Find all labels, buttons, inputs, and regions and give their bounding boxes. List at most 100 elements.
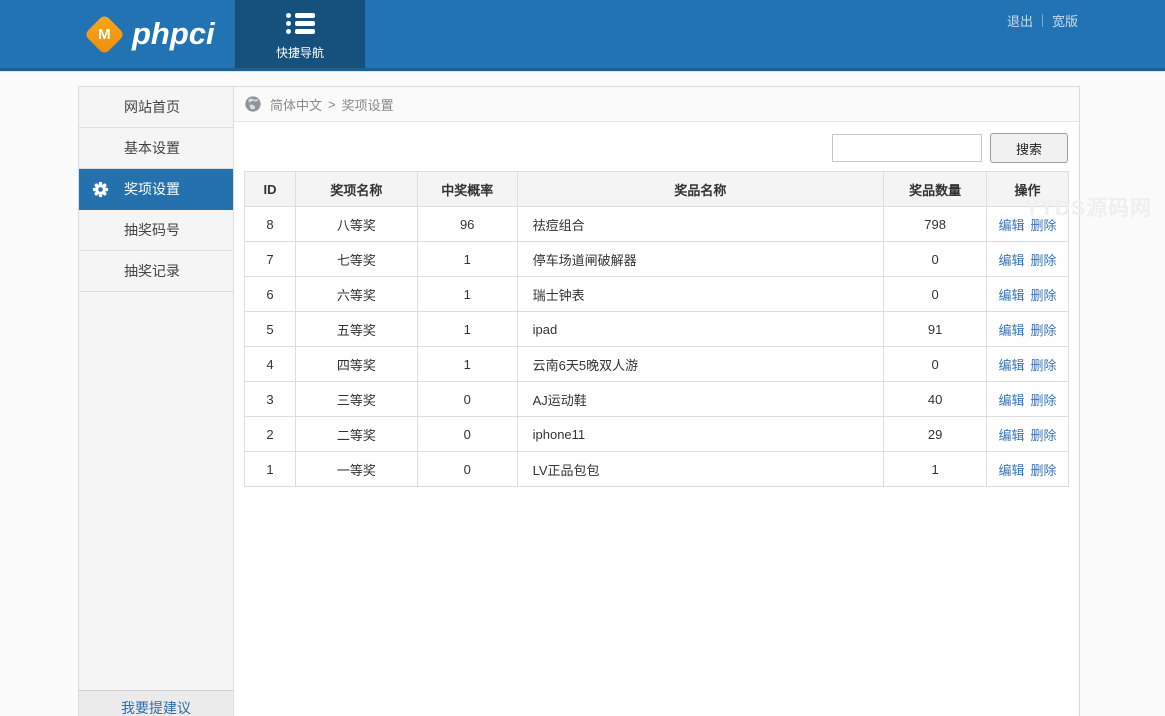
globe-icon	[244, 95, 262, 113]
table-row: 2 二等奖 0 iphone11 29 编辑删除	[245, 417, 1069, 452]
search-input[interactable]	[832, 134, 982, 162]
cell-prize-level: 二等奖	[295, 417, 417, 452]
edit-link[interactable]: 编辑	[999, 253, 1025, 268]
delete-link[interactable]: 删除	[1031, 323, 1057, 338]
sidebar-item-label: 基本设置	[124, 140, 180, 156]
search-row: 搜索	[234, 133, 1079, 163]
table-row: 7 七等奖 1 停车场道闸破解器 0 编辑删除	[245, 242, 1069, 277]
cell-actions: 编辑删除	[987, 417, 1069, 452]
cell-prize-level: 四等奖	[295, 347, 417, 382]
sidebar-item-label: 抽奖记录	[124, 263, 180, 279]
col-actions: 操作	[987, 172, 1069, 207]
logo-badge: M	[98, 26, 111, 43]
cell-prize-level: 八等奖	[295, 207, 417, 242]
table-row: 1 一等奖 0 LV正品包包 1 编辑删除	[245, 452, 1069, 487]
cell-prize-level: 六等奖	[295, 277, 417, 312]
table-row: 3 三等奖 0 AJ运动鞋 40 编辑删除	[245, 382, 1069, 417]
cell-prize-name: ipad	[517, 312, 884, 347]
breadcrumb-current: 奖项设置	[342, 95, 394, 114]
cell-id: 6	[245, 277, 296, 312]
breadcrumb-language[interactable]: 简体中文	[270, 95, 322, 114]
wide-version-link[interactable]: 宽版	[1052, 11, 1078, 30]
edit-link[interactable]: 编辑	[999, 463, 1025, 478]
sidebar-item-prize-settings[interactable]: 奖项设置	[79, 169, 233, 210]
cell-id: 7	[245, 242, 296, 277]
sidebar-item-label: 奖项设置	[124, 181, 180, 197]
edit-link[interactable]: 编辑	[999, 428, 1025, 443]
edit-link[interactable]: 编辑	[999, 288, 1025, 303]
sidebar-item-lottery-records[interactable]: 抽奖记录	[79, 251, 233, 292]
cell-quantity: 29	[884, 417, 987, 452]
logo-text: phpci	[132, 16, 215, 52]
cell-quantity: 798	[884, 207, 987, 242]
col-id: ID	[245, 172, 296, 207]
cell-actions: 编辑删除	[987, 347, 1069, 382]
cell-probability: 1	[417, 242, 517, 277]
main-panel: 简体中文 > 奖项设置 搜索 ID 奖项名称 中奖概率 奖品名称 奖品数量 操作	[234, 87, 1080, 716]
delete-link[interactable]: 删除	[1031, 358, 1057, 373]
cell-id: 8	[245, 207, 296, 242]
delete-link[interactable]: 删除	[1031, 288, 1057, 303]
header-links-divider	[1042, 14, 1043, 27]
logo[interactable]: M phpci	[90, 0, 215, 68]
cell-prize-name: 停车场道闸破解器	[517, 242, 884, 277]
delete-link[interactable]: 删除	[1031, 393, 1057, 408]
breadcrumb-separator: >	[328, 97, 336, 112]
list-menu-icon	[286, 10, 315, 37]
cell-quantity: 1	[884, 452, 987, 487]
cell-quantity: 40	[884, 382, 987, 417]
logo-diamond-icon: M	[84, 13, 125, 54]
cell-probability: 96	[417, 207, 517, 242]
cell-id: 1	[245, 452, 296, 487]
table-row: 4 四等奖 1 云南6天5晚双人游 0 编辑删除	[245, 347, 1069, 382]
delete-link[interactable]: 删除	[1031, 463, 1057, 478]
cell-prize-name: 云南6天5晚双人游	[517, 347, 884, 382]
edit-link[interactable]: 编辑	[999, 358, 1025, 373]
cell-prize-name: LV正品包包	[517, 452, 884, 487]
col-probability: 中奖概率	[417, 172, 517, 207]
cell-probability: 1	[417, 347, 517, 382]
delete-link[interactable]: 删除	[1031, 428, 1057, 443]
table-row: 8 八等奖 96 祛痘组合 798 编辑删除	[245, 207, 1069, 242]
cell-prize-level: 一等奖	[295, 452, 417, 487]
breadcrumb: 简体中文 > 奖项设置	[234, 87, 1079, 122]
search-button[interactable]: 搜索	[990, 133, 1068, 163]
col-quantity: 奖品数量	[884, 172, 987, 207]
quick-nav-button[interactable]: 快捷导航	[235, 0, 365, 68]
col-prize-level: 奖项名称	[295, 172, 417, 207]
cell-quantity: 0	[884, 347, 987, 382]
sidebar-item-home[interactable]: 网站首页	[79, 87, 233, 128]
table-row: 5 五等奖 1 ipad 91 编辑删除	[245, 312, 1069, 347]
cell-prize-name: 祛痘组合	[517, 207, 884, 242]
cell-actions: 编辑删除	[987, 242, 1069, 277]
table-row: 6 六等奖 1 瑞士钟表 0 编辑删除	[245, 277, 1069, 312]
edit-link[interactable]: 编辑	[999, 323, 1025, 338]
delete-link[interactable]: 删除	[1031, 253, 1057, 268]
prize-table: ID 奖项名称 中奖概率 奖品名称 奖品数量 操作 8 八等奖 96 祛痘组合 …	[244, 171, 1069, 487]
sidebar-item-basic-settings[interactable]: 基本设置	[79, 128, 233, 169]
cell-prize-level: 三等奖	[295, 382, 417, 417]
table-body: 8 八等奖 96 祛痘组合 798 编辑删除 7 七等奖 1 停车场道闸破解器 …	[245, 207, 1069, 487]
suggestion-link[interactable]: 我要提建议	[121, 700, 191, 716]
logout-link[interactable]: 退出	[1007, 11, 1033, 30]
top-header: M phpci 快捷导航 退出 宽版	[0, 0, 1165, 71]
cell-probability: 0	[417, 417, 517, 452]
cell-id: 2	[245, 417, 296, 452]
cell-prize-name: AJ运动鞋	[517, 382, 884, 417]
delete-link[interactable]: 删除	[1031, 218, 1057, 233]
gear-icon	[92, 181, 109, 198]
edit-link[interactable]: 编辑	[999, 218, 1025, 233]
cell-actions: 编辑删除	[987, 382, 1069, 417]
sidebar-nav: 网站首页 基本设置 奖项设置	[79, 87, 233, 292]
sidebar-item-lottery-codes[interactable]: 抽奖码号	[79, 210, 233, 251]
cell-quantity: 0	[884, 242, 987, 277]
cell-probability: 0	[417, 382, 517, 417]
table-header: ID 奖项名称 中奖概率 奖品名称 奖品数量 操作	[245, 172, 1069, 207]
sidebar: 网站首页 基本设置 奖项设置	[78, 87, 234, 716]
cell-actions: 编辑删除	[987, 277, 1069, 312]
cell-quantity: 91	[884, 312, 987, 347]
cell-actions: 编辑删除	[987, 207, 1069, 242]
cell-probability: 1	[417, 277, 517, 312]
edit-link[interactable]: 编辑	[999, 393, 1025, 408]
cell-probability: 1	[417, 312, 517, 347]
